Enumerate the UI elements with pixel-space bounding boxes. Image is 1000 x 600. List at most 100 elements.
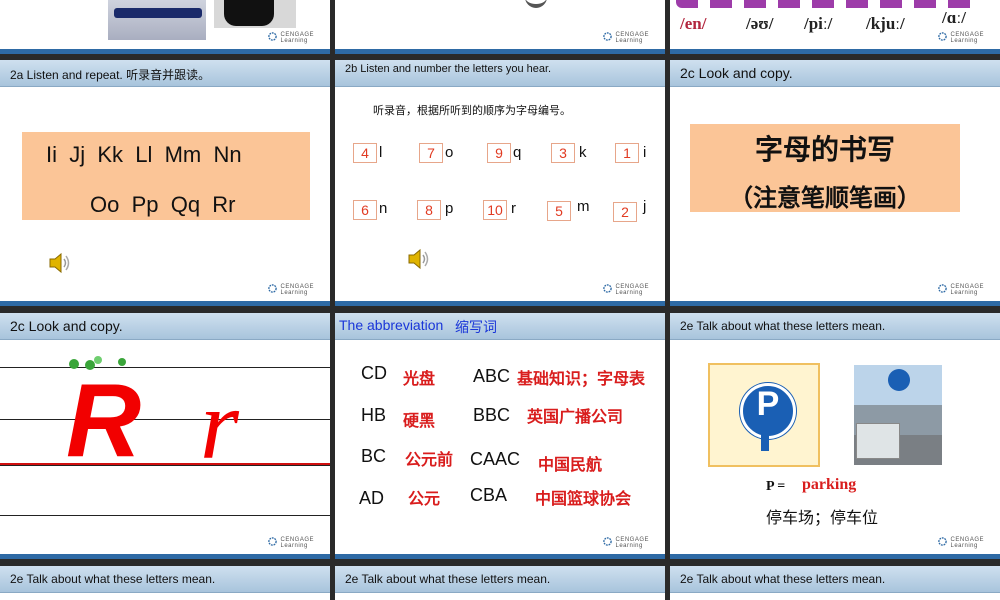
slide-footer-bar [335,554,665,559]
cengage-logo: CENGAGE Learning [938,284,984,296]
speaker-icon[interactable] [46,250,72,276]
letter-label: q [513,144,522,161]
parking-sign-pole [761,433,769,451]
number-box[interactable]: 1 [615,143,639,163]
letter-label: n [379,200,388,217]
number-box[interactable]: 3 [551,143,575,163]
slide-header: 2c Look and copy. [0,313,330,340]
slide-top-middle[interactable]: CENGAGE Learning [335,0,665,54]
cengage-logo: CENGAGE Learning [268,284,314,296]
slide-header: 2e Talk about what these letters mean. [670,566,1000,593]
slide-header: 2e Talk about what these letters mean. [670,313,1000,340]
number-box[interactable]: 8 [417,200,441,220]
abbr-ad: AD [359,488,385,508]
slide-abbreviation[interactable]: The abbreviation 缩写词 CD 光盘 ABC 基础知识；字母表 … [335,313,665,559]
number-box[interactable]: 5 [547,201,571,221]
slide-footer-bar [670,301,1000,306]
letters-line-1: Ii Jj Kk Ll Mm Nn [46,142,242,167]
pen-photo [108,0,206,40]
letters-fragment [676,0,976,8]
meaning-cba: 中国篮球协会 [535,491,632,508]
number-box[interactable]: 9 [487,143,511,163]
abbr-bbc: BBC [473,405,511,425]
letter-label: j [643,198,647,215]
letter-label: p [445,200,454,217]
slide-footer-bar [0,301,330,306]
slide-header: 2e Talk about what these letters mean. [335,566,665,593]
writing-line [0,465,330,466]
lowercase-letter: r [200,369,239,480]
p-equals-label: P = [766,479,786,494]
slide-header: 2e Talk about what these letters mean. [0,566,330,593]
uppercase-letter: R [66,363,142,479]
cengage-logo: CENGAGE Learning [268,32,314,44]
meaning-hb: 硬黑 [403,413,436,430]
phonetic-a: /ɑː/ [942,8,966,27]
letter-label: l [379,144,383,161]
street-sign [888,369,910,391]
phonetic-kju: /kjuː/ [866,14,905,33]
slide-footer-bar [670,49,1000,54]
meaning-bc: 公元前 [405,452,454,469]
slide-bottom-middle[interactable]: 2e Talk about what these letters mean. [335,566,665,600]
meaning-bbc: 英国广播公司 [527,409,624,426]
abbr-bc: BC [361,446,387,466]
cengage-logo: CENGAGE Learning [938,537,984,549]
abbr-abc: ABC [473,366,511,386]
abbr-cba: CBA [470,485,508,505]
cengage-logo: CENGAGE Learning [938,32,984,44]
slide-footer-bar [670,554,1000,559]
letter-fragment [525,0,547,8]
slide-2e-parking[interactable]: 2e Talk about what these letters mean. P… [670,313,1000,559]
meaning-ad: 公元 [408,491,441,508]
abbr-hb: HB [361,405,387,425]
bus-shape [856,423,900,459]
phonetic-pi: /piː/ [804,14,833,33]
cengage-logo: CENGAGE Learning [603,32,649,44]
number-box[interactable]: 6 [353,200,377,220]
slide-footer-bar [335,49,665,54]
writing-line [0,515,330,516]
writing-line [0,419,330,420]
slide-2c-letters[interactable]: 2c Look and copy. R r CENGAGE Learning [0,313,330,559]
cengage-logo: CENGAGE Learning [603,537,649,549]
abbr-cd: CD [361,363,387,383]
phonetic-en: /en/ [680,14,707,33]
slide-footer-bar [335,301,665,306]
speaker-icon[interactable] [405,246,431,272]
number-box[interactable]: 10 [483,200,507,220]
phonetic-ou: /əʊ/ [746,14,774,33]
writing-line [0,367,330,368]
parking-sign-letter: P [756,385,780,423]
slide-top-left[interactable]: CENGAGE Learning [0,0,330,54]
meaning-caac: 中国民航 [538,457,603,474]
pen-body [114,8,202,18]
letters-line-2: Oo Pp Qq Rr [90,192,236,217]
p-meaning: parking [802,476,857,493]
slide-2a[interactable]: 2a Listen and repeat. 听录音并跟读。 Ii Jj Kk L… [0,60,330,306]
number-box[interactable]: 2 [613,202,637,222]
letter-label: m [577,198,590,215]
number-box[interactable]: 4 [353,143,377,163]
slide-footer-bar [0,49,330,54]
slide-2b[interactable]: 2b Listen and number the letters you hea… [335,60,665,306]
slide-top-right[interactable]: /en/ /əʊ/ /piː/ /kjuː/ /ɑː/ CENGAGE Learn… [670,0,1000,54]
slide-header: 2c Look and copy. [670,60,1000,87]
letter-label: r [511,200,516,217]
cengage-logo: CENGAGE Learning [268,537,314,549]
meaning-abc: 基础知识；字母表 [517,371,646,388]
slide-footer-bar [0,554,330,559]
slide-bottom-right[interactable]: 2e Talk about what these letters mean. [670,566,1000,600]
letter-label: k [579,144,587,161]
writing-title: 字母的书写 [754,134,895,165]
number-box[interactable]: 7 [419,143,443,163]
slide-header: 2a Listen and repeat. 听录音并跟读。 [0,60,330,87]
abbr-caac: CAAC [470,449,521,469]
slide-bottom-left[interactable]: 2e Talk about what these letters mean. [0,566,330,600]
p-chinese-meaning: 停车场；停车位 [766,510,879,527]
slide-2c-writing[interactable]: 2c Look and copy. 字母的书写 （注意笔顺笔画） CENGAGE… [670,60,1000,306]
calculator-body [224,0,274,26]
slide-header: 2b Listen and number the letters you hea… [335,60,665,87]
writing-subtitle: （注意笔顺笔画） [729,185,921,212]
slide-header: The abbreviation 缩写词 [335,313,665,340]
